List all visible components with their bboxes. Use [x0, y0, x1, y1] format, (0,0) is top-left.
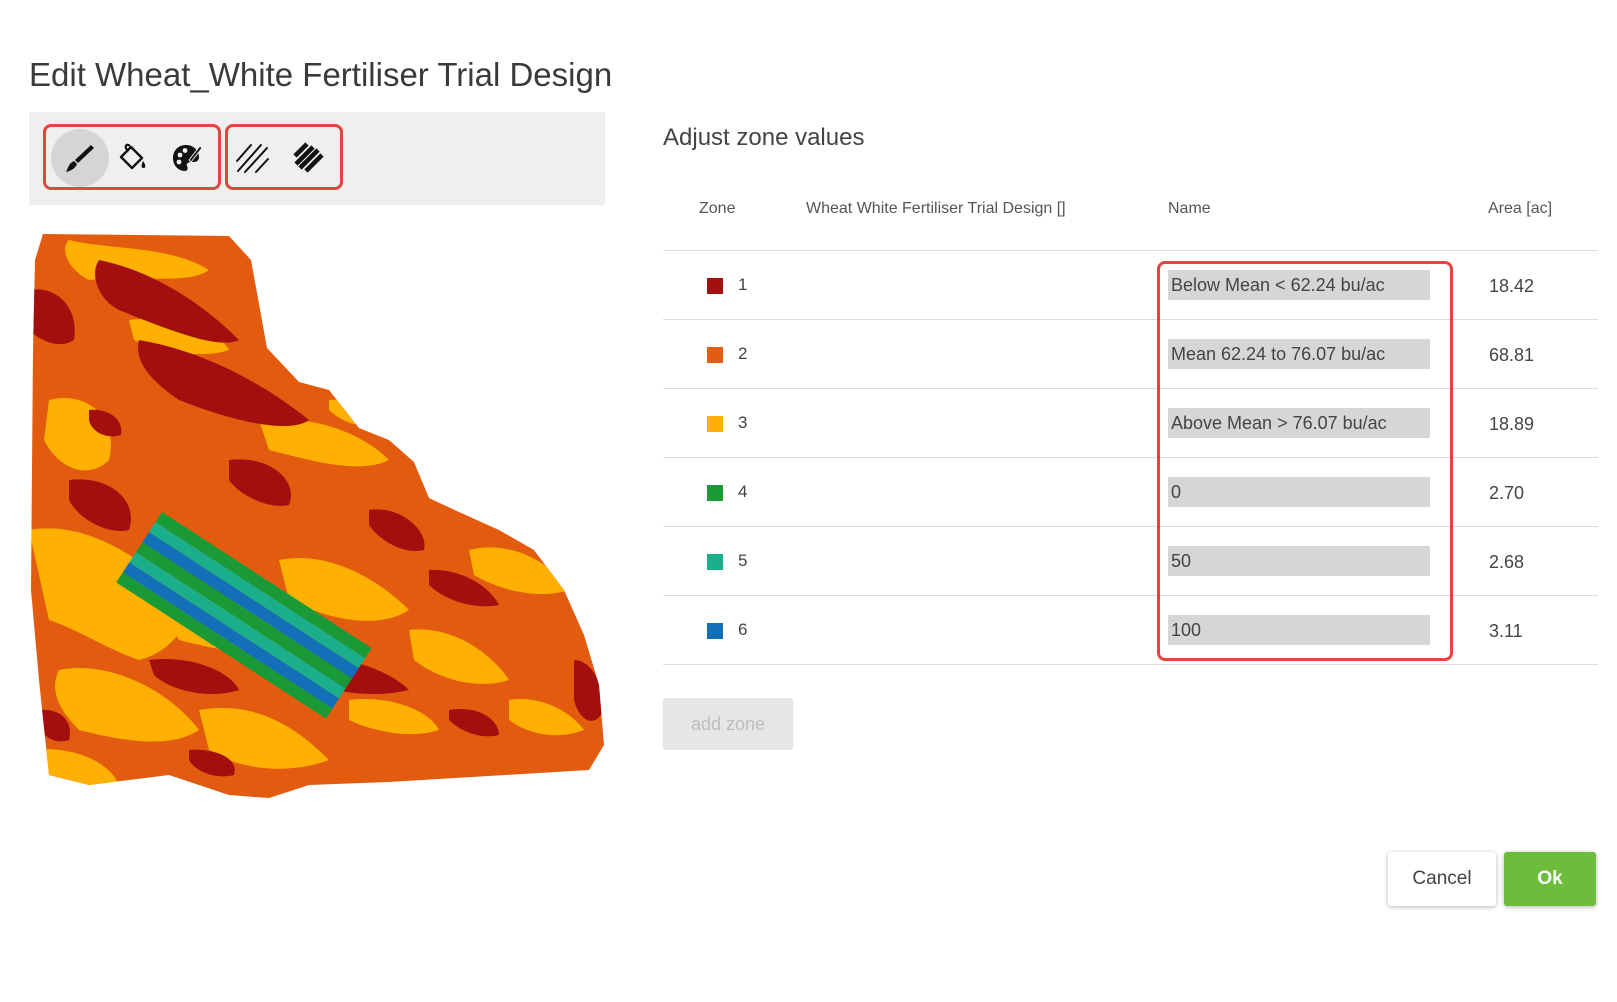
zone-color-swatch[interactable] — [707, 623, 723, 639]
pattern-tools-group — [225, 124, 343, 190]
palette-icon — [173, 145, 203, 171]
zone-area: 18.89 — [1489, 414, 1535, 434]
name-column-header: Name — [1168, 200, 1211, 217]
zone-color-swatch[interactable] — [707, 347, 723, 363]
field-zone-map[interactable] — [29, 230, 605, 830]
zone-name-input[interactable] — [1168, 615, 1430, 645]
zone-area: 3.11 — [1489, 621, 1523, 641]
zone-name-input[interactable] — [1168, 408, 1430, 438]
brush-icon — [66, 145, 94, 172]
zone-row-6: 6 3.11 — [663, 596, 1598, 665]
zone-area: 68.81 — [1489, 345, 1535, 365]
zone-row-3: 3 18.89 — [663, 389, 1598, 458]
zone-color-swatch[interactable] — [707, 554, 723, 570]
zone-name-input[interactable] — [1168, 477, 1430, 507]
zone-number: 3 — [738, 413, 748, 432]
zones-panel-title: Adjust zone values — [663, 124, 865, 151]
zone-column-header: Zone — [699, 200, 736, 217]
drawing-toolbar — [29, 112, 605, 205]
zones-table-header: Zone Wheat White Fertiliser Trial Design… — [663, 188, 1598, 251]
fill-tool-button[interactable] — [110, 136, 154, 180]
area-column-header: Area [ac] — [1488, 200, 1553, 217]
brush-tool-button[interactable] — [51, 129, 109, 187]
zone-name-input[interactable] — [1168, 546, 1430, 576]
thin-stripes-icon — [236, 144, 269, 173]
zone-number: 6 — [738, 620, 748, 639]
zone-name-input[interactable] — [1168, 339, 1430, 369]
zone-row-4: 4 2.70 — [663, 458, 1598, 527]
ok-button[interactable]: Ok — [1504, 852, 1596, 906]
thick-stripes-button[interactable] — [287, 136, 331, 180]
add-zone-button[interactable]: add zone — [663, 698, 793, 750]
zone-row-5: 5 2.68 — [663, 527, 1598, 596]
zone-area: 18.42 — [1489, 276, 1535, 296]
cancel-button[interactable]: Cancel — [1388, 852, 1496, 906]
zone-color-swatch[interactable] — [707, 278, 723, 294]
palette-tool-button[interactable] — [164, 136, 208, 180]
zones-table: Zone Wheat White Fertiliser Trial Design… — [663, 188, 1598, 665]
zone-name-input[interactable] — [1168, 270, 1430, 300]
zone-number: 2 — [738, 344, 748, 363]
zone-row-1: 1 18.42 — [663, 251, 1598, 320]
thick-stripes-icon — [293, 142, 324, 173]
zone-area: 2.68 — [1489, 552, 1525, 572]
dialog-title: Edit Wheat_White Fertiliser Trial Design — [29, 56, 613, 93]
zone-color-swatch[interactable] — [707, 485, 723, 501]
paint-bucket-icon — [119, 143, 146, 170]
zone-row-2: 2 68.81 — [663, 320, 1598, 389]
zone-area: 2.70 — [1489, 483, 1525, 503]
zone-number: 1 — [738, 275, 748, 294]
design-column-header: Wheat White Fertiliser Trial Design [] — [806, 200, 1066, 217]
thin-stripes-button[interactable] — [231, 136, 275, 180]
draw-tools-group — [43, 124, 221, 190]
zone-number: 5 — [738, 551, 748, 570]
zone-color-swatch[interactable] — [707, 416, 723, 432]
zone-number: 4 — [738, 482, 748, 501]
